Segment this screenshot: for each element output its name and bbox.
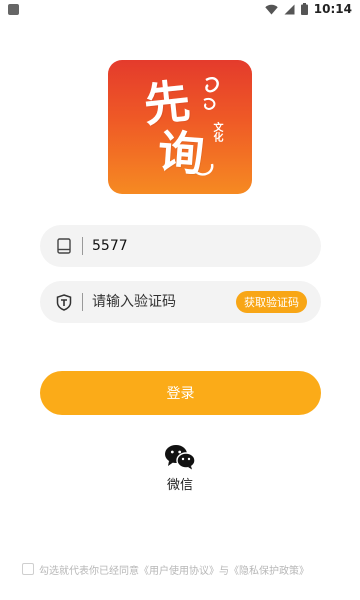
logo-subtitle: 文化 (211, 122, 222, 142)
status-right: 10:14 (265, 2, 352, 16)
privacy-policy-link[interactable]: 《隐私保护政策》 (229, 566, 309, 577)
wifi-icon (265, 4, 278, 14)
phone-input[interactable] (92, 234, 222, 258)
code-input-row[interactable]: 获取验证码 (40, 281, 321, 323)
agreement-prefix: 勾选就代表你已经同意 (39, 565, 139, 577)
verification-code-input[interactable] (92, 290, 222, 314)
logo-char-2: 询 (156, 124, 206, 182)
login-button[interactable]: 登录 (40, 371, 321, 415)
logo-artwork: 先 询 文化 (108, 60, 252, 194)
shield-t-icon (56, 293, 72, 311)
code-divider (82, 293, 83, 311)
signal-icon (284, 4, 295, 14)
notification-icon (8, 3, 19, 15)
agreement-text: 勾选就代表你已经同意《用户使用协议》与《隐私保护政策》 (39, 562, 309, 577)
status-left (8, 3, 19, 15)
agreement-joiner: 与 (219, 565, 229, 577)
phone-divider (82, 237, 83, 255)
wechat-label: 微信 (166, 478, 193, 493)
wechat-login[interactable]: 微信 (150, 444, 210, 494)
logo-char-1: 先 (141, 73, 193, 133)
get-code-button[interactable]: 获取验证码 (236, 291, 307, 313)
status-time: 10:14 (313, 2, 352, 16)
login-screen: 10:14 先 询 文化 5577 请输入验证码 获取验证码 登录 微信 勾选就… (0, 0, 360, 600)
app-logo: 先 询 文化 (108, 60, 252, 194)
tablet-icon (56, 237, 72, 255)
agreement-row: 勾选就代表你已经同意《用户使用协议》与《隐私保护政策》 (22, 561, 352, 577)
agreement-checkbox[interactable] (22, 563, 34, 575)
battery-icon (300, 3, 308, 15)
wechat-icon[interactable] (164, 444, 196, 470)
phone-input-row[interactable] (40, 225, 321, 267)
status-bar: 10:14 (0, 0, 360, 18)
user-agreement-link[interactable]: 《用户使用协议》 (139, 566, 219, 577)
